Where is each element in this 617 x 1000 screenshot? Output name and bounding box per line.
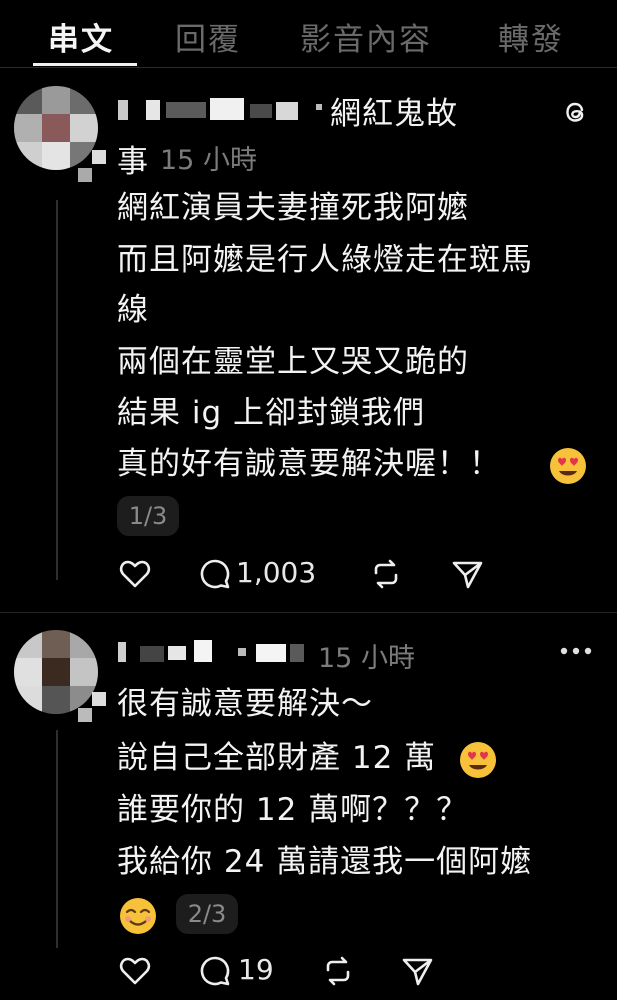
post-title-part2: 事 xyxy=(117,144,149,180)
like-heart-icon[interactable] xyxy=(118,954,152,988)
reply-bubble-icon[interactable] xyxy=(198,557,232,591)
tab-threads[interactable]: 串文 xyxy=(48,14,114,59)
post-text-line: 說自己全部財產 12 萬 xyxy=(117,740,437,776)
post-text-line: 誰要你的 12 萬啊？？？ xyxy=(117,792,469,828)
post-text-line: 網紅演員夫妻撞死我阿嬤 xyxy=(117,190,469,226)
avatar-blur-fragment xyxy=(92,692,106,706)
more-options-icon[interactable] xyxy=(560,646,592,656)
share-send-icon[interactable] xyxy=(400,954,434,988)
post-text-line: 很有誠意要解決～ xyxy=(117,686,373,722)
post-title-part1: 網紅鬼故 xyxy=(330,96,458,132)
thread-line xyxy=(56,730,58,948)
repost-icon[interactable] xyxy=(368,557,404,591)
repost-icon[interactable] xyxy=(320,954,356,988)
post-text-line: 真的好有誠意要解決喔！！ xyxy=(117,446,501,482)
post-text-line: 而且阿嬤是行人綠燈走在斑馬 xyxy=(117,242,533,278)
avatar[interactable] xyxy=(14,86,98,170)
post-text-line: 我給你 24 萬請還我一個阿嬤 xyxy=(117,844,533,880)
avatar-blur-fragment xyxy=(92,150,106,164)
reply-count: 1,003 xyxy=(236,556,317,589)
username-redacted[interactable] xyxy=(118,638,314,664)
avatar-blur-fragment xyxy=(78,168,92,182)
like-heart-icon[interactable] xyxy=(118,557,152,591)
reply-bubble-icon[interactable] xyxy=(198,954,232,988)
share-send-icon[interactable] xyxy=(450,557,484,591)
smiling-emoji-icon xyxy=(120,898,156,934)
post-text-line: 結果 ig 上卻封鎖我們 xyxy=(117,395,425,431)
username-redacted[interactable] xyxy=(118,96,322,122)
page-indicator: 1/3 xyxy=(117,496,179,536)
page-indicator: 2/3 xyxy=(176,894,238,934)
post-text-line: 兩個在靈堂上又哭又跪的 xyxy=(117,344,469,380)
thread-line xyxy=(56,200,58,580)
heart-eyes-emoji-icon xyxy=(460,742,496,778)
post-text-line: 線 xyxy=(117,292,149,328)
post-divider xyxy=(0,612,617,613)
tab-replies[interactable]: 回覆 xyxy=(175,14,241,59)
tab-media[interactable]: 影音內容 xyxy=(300,14,432,59)
post-time: 15 小時 xyxy=(160,145,257,176)
threads-logo-icon[interactable] xyxy=(560,96,592,128)
post-time: 15 小時 xyxy=(318,643,415,674)
avatar[interactable] xyxy=(14,630,98,714)
tab-reposts[interactable]: 轉發 xyxy=(498,14,564,59)
active-tab-indicator xyxy=(33,63,137,66)
reply-count: 19 xyxy=(238,953,274,986)
heart-eyes-emoji-icon xyxy=(550,448,586,484)
avatar-blur-fragment xyxy=(78,708,92,722)
tab-bar: 串文 回覆 影音內容 轉發 xyxy=(0,0,617,68)
tab-divider xyxy=(0,67,617,68)
